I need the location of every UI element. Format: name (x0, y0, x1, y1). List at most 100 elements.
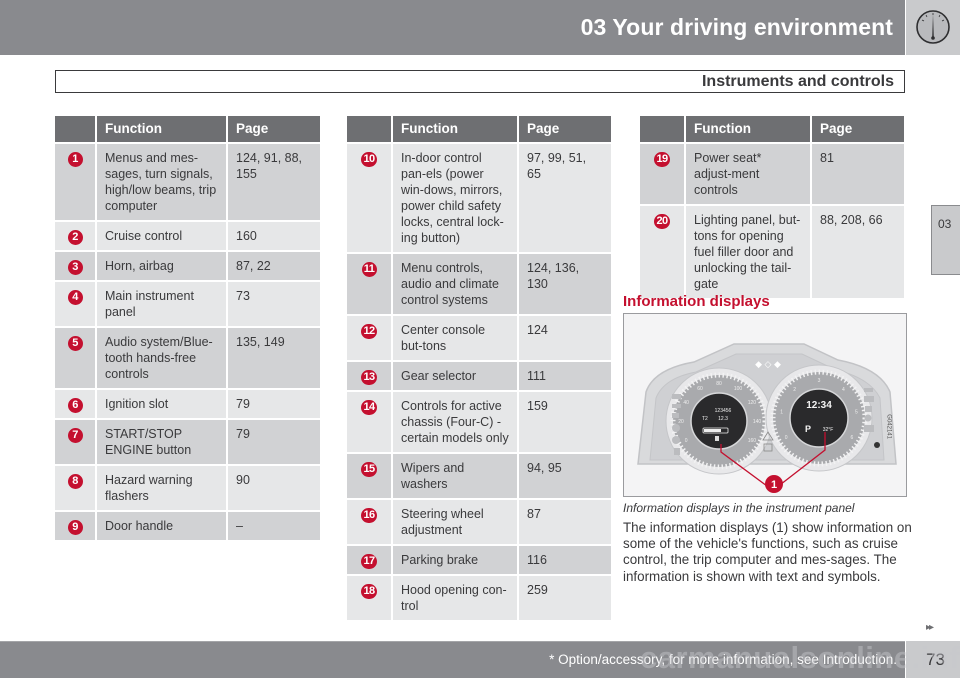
page-cell[interactable]: 124, 136, 130 (519, 252, 611, 314)
page-cell[interactable]: 81 (812, 142, 904, 204)
page-cell[interactable]: 159 (519, 390, 611, 452)
item-number-badge: 15 (361, 462, 377, 477)
figure-code: G042141 (886, 414, 892, 439)
temperature-readout: 32°F (823, 427, 834, 433)
page-cell[interactable]: 124 (519, 314, 611, 360)
row-number-cell: 8 (55, 464, 97, 510)
function-table-2: Function Page 10 In-door control pan-els … (347, 116, 611, 620)
function-cell: Steering wheel adjustment (393, 498, 519, 544)
item-number-badge: 14 (361, 400, 377, 415)
speed-tick-label: 60 (697, 386, 703, 392)
rpm-tick-label: 3 (818, 378, 821, 384)
page-cell[interactable]: 259 (519, 574, 611, 620)
rpm-tick-label: 5 (855, 409, 858, 415)
item-number-badge: 8 (67, 474, 83, 489)
page-cell[interactable]: 94, 95 (519, 452, 611, 498)
page-cell[interactable]: 116 (519, 544, 611, 574)
function-cell: Menus and mes-sages, turn signals, high/… (97, 142, 228, 220)
function-table-3: Function Page 19 Power seat* adjust-ment … (640, 116, 904, 298)
speed-tick-label: 100 (734, 386, 743, 392)
item-number-badge: 3 (67, 260, 83, 275)
column-header-function: Function (686, 116, 812, 142)
column-header-function: Function (97, 116, 228, 142)
trip-label: T2 (702, 416, 708, 422)
row-number-cell: 10 (347, 142, 393, 252)
table-row: 2 Cruise control 160 (55, 220, 320, 250)
instrument-panel-figure: 123456 T2 12.3 0 20 40 60 80 100 120 140 160 12:… (623, 313, 907, 497)
rpm-tick-label: 6 (851, 435, 854, 441)
row-number-cell: 13 (347, 360, 393, 390)
table-row: 11 Menu controls, audio and climate contr… (347, 252, 611, 314)
row-number-cell: 3 (55, 250, 97, 280)
page-cell[interactable]: 124, 91, 88, 155 (228, 142, 320, 220)
page-cell[interactable]: 79 (228, 388, 320, 418)
item-number-badge: 11 (361, 262, 377, 277)
table-row: 7 START/STOP ENGINE button 79 (55, 418, 320, 464)
item-number-badge: 13 (361, 370, 377, 385)
row-number-cell: 5 (55, 326, 97, 388)
column-header-function: Function (393, 116, 519, 142)
item-number-badge: 16 (361, 508, 377, 523)
table-row: 20 Lighting panel, but-tons for opening f… (640, 204, 904, 298)
page-cell[interactable]: 79 (228, 418, 320, 464)
gauge-icon (916, 10, 950, 44)
row-number-cell: 12 (347, 314, 393, 360)
info-displays-heading: Information displays (623, 293, 770, 310)
table-row: 5 Audio system/Blue-tooth hands-free cont… (55, 326, 320, 388)
row-number-cell: 17 (347, 544, 393, 574)
page-cell[interactable]: – (228, 510, 320, 540)
table-row: 10 In-door control pan-els (power win-dow… (347, 142, 611, 252)
speed-tick-label: 0 (685, 438, 688, 444)
footnote: * Option/accessory, for more information… (549, 652, 897, 667)
function-cell: Wipers and washers (393, 452, 519, 498)
page-cell[interactable]: 87, 22 (228, 250, 320, 280)
table-header-row: Function Page (640, 116, 904, 142)
item-number-badge: 4 (67, 290, 83, 305)
function-cell: Power seat* adjust-ment controls (686, 142, 812, 204)
callout-number: 1 (771, 479, 777, 491)
row-number-cell: 20 (640, 204, 686, 298)
item-number-badge: 18 (361, 584, 377, 599)
item-number-badge: 19 (654, 152, 670, 167)
table-row: 8 Hazard warning flashers 90 (55, 464, 320, 510)
column-header-page: Page (812, 116, 904, 142)
side-tab-label: 03 (938, 217, 952, 231)
page-cell[interactable]: 135, 149 (228, 326, 320, 388)
speed-tick-label: 160 (748, 438, 757, 444)
table-header-row: Function Page (347, 116, 611, 142)
column-header-number (640, 116, 686, 142)
row-number-cell: 14 (347, 390, 393, 452)
function-cell: Hazard warning flashers (97, 464, 228, 510)
page-cell[interactable]: 87 (519, 498, 611, 544)
row-number-cell: 4 (55, 280, 97, 326)
table-row: 15 Wipers and washers 94, 95 (347, 452, 611, 498)
speed-tick-label: 80 (716, 381, 722, 387)
row-number-cell: 16 (347, 498, 393, 544)
row-number-cell: 1 (55, 142, 97, 220)
page-cell[interactable]: 88, 208, 66 (812, 204, 904, 298)
footer-bar: * Option/accessory, for more information… (0, 641, 905, 678)
function-cell: Hood opening con-trol (393, 574, 519, 620)
next-page-arrows[interactable]: ▸▸ (926, 622, 934, 633)
speed-tick-label: 120 (748, 400, 757, 406)
page-cell[interactable]: 97, 99, 51, 65 (519, 142, 611, 252)
function-cell: Horn, airbag (97, 250, 228, 280)
page-cell[interactable]: 90 (228, 464, 320, 510)
function-cell: Ignition slot (97, 388, 228, 418)
item-number-badge: 1 (67, 152, 83, 167)
page-number: 73 (926, 650, 945, 669)
speed-tick-label: 20 (678, 419, 684, 425)
rpm-tick-label: 0 (785, 435, 788, 441)
item-number-badge: 7 (67, 428, 83, 443)
page-cell[interactable]: 111 (519, 360, 611, 390)
table-row: 1 Menus and mes-sages, turn signals, high… (55, 142, 320, 220)
table-row: 4 Main instrument panel 73 (55, 280, 320, 326)
chapter-side-tab[interactable]: 03 (931, 205, 960, 275)
speed-tick-label: 140 (753, 419, 762, 425)
table-row: 12 Center console but-tons 124 (347, 314, 611, 360)
table-row: 16 Steering wheel adjustment 87 (347, 498, 611, 544)
page-cell[interactable]: 160 (228, 220, 320, 250)
info-body-text: The information displays (1) show inform… (623, 520, 912, 584)
table-row: 18 Hood opening con-trol 259 (347, 574, 611, 620)
page-cell[interactable]: 73 (228, 280, 320, 326)
